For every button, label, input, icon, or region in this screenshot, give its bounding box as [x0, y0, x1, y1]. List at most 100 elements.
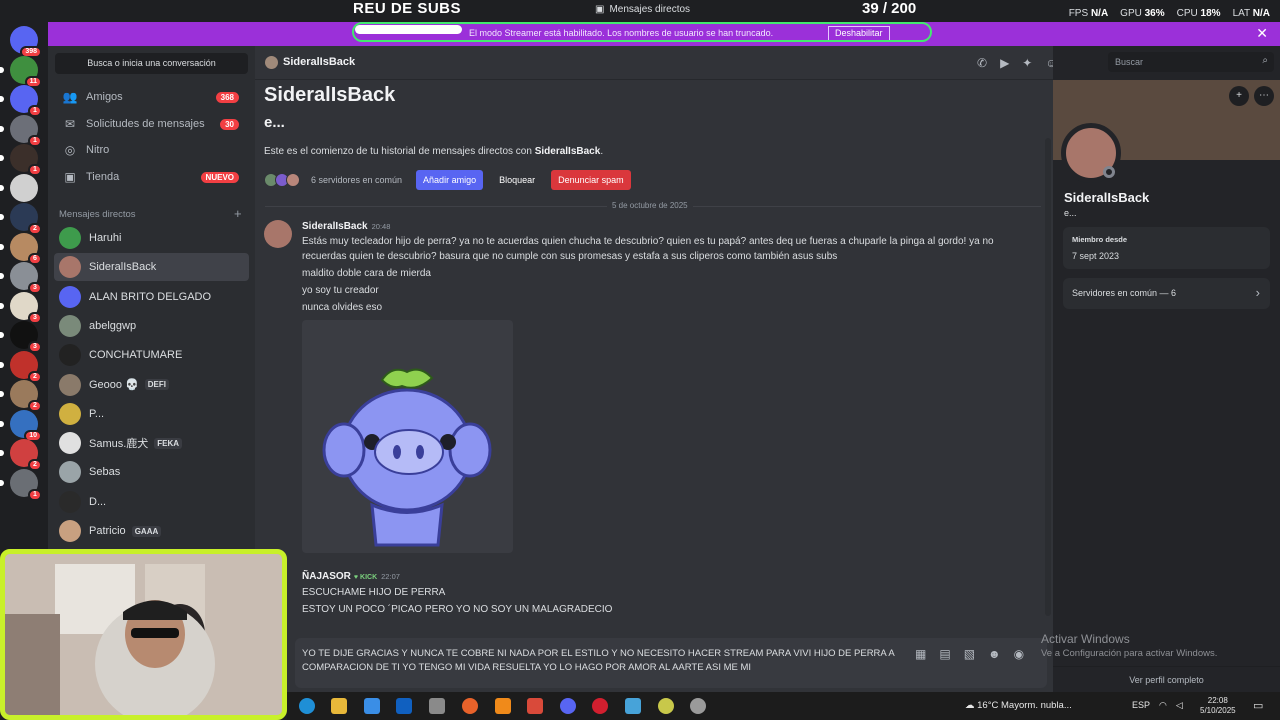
profile-name: SideralIsBack [1064, 190, 1150, 205]
notification-icon[interactable]: ▭ [1253, 699, 1263, 712]
sidebar-item-message-requests[interactable]: ✉ Solicitudes de mensajes 30 [54, 112, 249, 136]
new-badge: NUEVO [200, 171, 239, 183]
server-badge: 1 [28, 105, 42, 117]
server-icon[interactable]: 1 [0, 144, 42, 176]
message-input[interactable]: YO TE DIJE GRACIAS Y NUNCA TE COBRE NI N… [302, 647, 902, 675]
add-friend-button[interactable]: Añadir amigo [416, 170, 484, 190]
message-author[interactable]: ÑAJASOR ♥ KICK 22:07 [302, 571, 400, 582]
stream-overlay-bar: REU DE SUBS ▣ Mensajes directos 39 / 200… [0, 0, 1280, 22]
sub-counter: 39 / 200 [862, 0, 917, 17]
pin-icon[interactable]: ✦ [1022, 56, 1032, 70]
window-title-text: Mensajes directos [609, 4, 691, 15]
conversation-search[interactable]: Busca o inicia una conversación [55, 53, 248, 74]
obs-icon[interactable] [690, 698, 706, 714]
user-subtitle: e... [264, 114, 285, 131]
dm-item[interactable]: Sebas [54, 458, 249, 486]
server-icon[interactable]: 2 [0, 203, 42, 235]
explorer-icon[interactable] [331, 698, 347, 714]
plus-icon[interactable]: + [234, 206, 242, 221]
opera-icon[interactable] [592, 698, 608, 714]
message-composer[interactable]: YO TE DIJE GRACIAS Y NUNCA TE COBRE NI N… [295, 638, 1047, 688]
common-servers[interactable]: 6 servidores en común [311, 175, 402, 185]
app-icon[interactable] [527, 698, 543, 714]
video-icon[interactable]: ▶ [1000, 56, 1009, 70]
unread-indicator [0, 332, 4, 338]
overlay-title: REU DE SUBS [353, 0, 462, 17]
wifi-icon[interactable]: ◠ [1159, 700, 1167, 711]
gift-icon[interactable]: ▦ [915, 647, 926, 661]
edge-icon[interactable] [299, 698, 315, 714]
add-friend-icon[interactable]: + [1229, 86, 1249, 106]
sidebar-item-friends[interactable]: 👥 Amigos 368 [54, 85, 249, 109]
unread-indicator [0, 420, 4, 427]
dm-item[interactable]: ALAN BRITO DELGADO [54, 283, 249, 311]
server-icon[interactable] [0, 173, 38, 202]
avatar [59, 314, 81, 337]
avatar [59, 256, 81, 279]
member-since-date: 7 sept 2023 [1072, 251, 1120, 261]
server-icon[interactable]: 2 [0, 380, 42, 412]
avatar [59, 520, 81, 542]
dm-item[interactable]: P... [54, 400, 249, 428]
mail-icon: ✉ [64, 117, 76, 131]
dm-item[interactable]: D... [54, 488, 249, 516]
store-icon[interactable] [364, 698, 380, 714]
server-icon[interactable]: 3 [0, 321, 42, 353]
shop-icon: ▣ [64, 170, 76, 184]
server-icon[interactable]: 2 [0, 350, 42, 383]
sidebar-item-nitro[interactable]: ◎ Nitro [54, 138, 249, 162]
server-icon[interactable]: 1 [0, 85, 42, 117]
dm-item[interactable]: Geooo 💀 DEFI [54, 371, 249, 399]
server-icon[interactable]: 1 [0, 114, 42, 147]
gif-icon[interactable]: ▤ [939, 647, 950, 661]
server-badge: 2 [28, 223, 42, 235]
apps-icon[interactable]: ◉ [1014, 647, 1024, 661]
firefox-icon[interactable] [462, 698, 478, 714]
app-icon[interactable] [658, 698, 674, 714]
sidebar-item-shop[interactable]: ▣ Tienda NUEVO [54, 165, 249, 189]
server-avatar [286, 173, 300, 187]
dm-item[interactable]: Patricio GAAA [54, 517, 249, 545]
block-button[interactable]: Bloquear [492, 170, 542, 190]
server-icon[interactable]: 3 [0, 291, 42, 324]
view-full-profile-button[interactable]: Ver perfil completo [1053, 666, 1280, 692]
outlook-icon[interactable] [396, 698, 412, 714]
server-icon[interactable]: 2 [0, 439, 42, 471]
common-servers-card[interactable]: Servidores en común — 6 › [1063, 278, 1270, 309]
search-input[interactable]: Buscar ⌕ [1108, 52, 1274, 72]
server-icon[interactable]: 398 [10, 26, 42, 58]
unread-indicator [0, 479, 4, 486]
clock[interactable]: 22:08 5/10/2025 [1200, 696, 1236, 716]
call-icon[interactable]: ✆ [977, 56, 987, 70]
weather-widget[interactable]: ☁ 16°C Mayorm. nubla... [965, 700, 1072, 711]
message-author[interactable]: SideralIsBack 20:48 [302, 221, 390, 232]
server-icon[interactable]: 11 [0, 55, 42, 88]
dm-item[interactable]: abelggwp [54, 312, 249, 340]
chat-scrollbar[interactable] [1045, 138, 1051, 616]
sticker-icon[interactable]: ▧ [964, 647, 975, 661]
dm-item[interactable]: SideralIsBack [54, 253, 249, 282]
server-icon[interactable]: 3 [0, 262, 42, 294]
vlc-icon[interactable] [495, 698, 511, 714]
server-icon[interactable]: 10 [0, 409, 42, 442]
avatar[interactable] [264, 220, 292, 248]
message-line: ESTOY UN POCO ´PICAO PERO YO NO SOY UN M… [302, 604, 613, 615]
dm-item[interactable]: Haruhi [54, 224, 249, 252]
wumpus-sticker[interactable] [302, 320, 513, 553]
dm-item[interactable]: Samus.鹿犬 FEKA [54, 429, 249, 457]
app-icon[interactable] [625, 698, 641, 714]
server-icon[interactable]: 6 [0, 232, 42, 265]
sidebar-item-label: Nitro [86, 144, 110, 156]
more-icon[interactable]: ⋯ [1254, 86, 1274, 106]
report-spam-button[interactable]: Denunciar spam [551, 170, 631, 190]
language-indicator[interactable]: ESP [1132, 700, 1150, 711]
dm-item[interactable]: CONCHATUMARE [54, 341, 249, 369]
discord-icon[interactable] [560, 698, 576, 714]
server-icon[interactable]: 1 [0, 468, 42, 501]
close-icon[interactable]: ✕ [1256, 25, 1268, 42]
emoji-icon[interactable]: ☻ [988, 647, 1001, 661]
volume-icon[interactable]: ◁ [1176, 700, 1183, 711]
sidebar-item-label: Solicitudes de mensajes [86, 118, 205, 130]
server-badge: 1 [28, 488, 42, 501]
app-icon[interactable] [429, 698, 445, 714]
